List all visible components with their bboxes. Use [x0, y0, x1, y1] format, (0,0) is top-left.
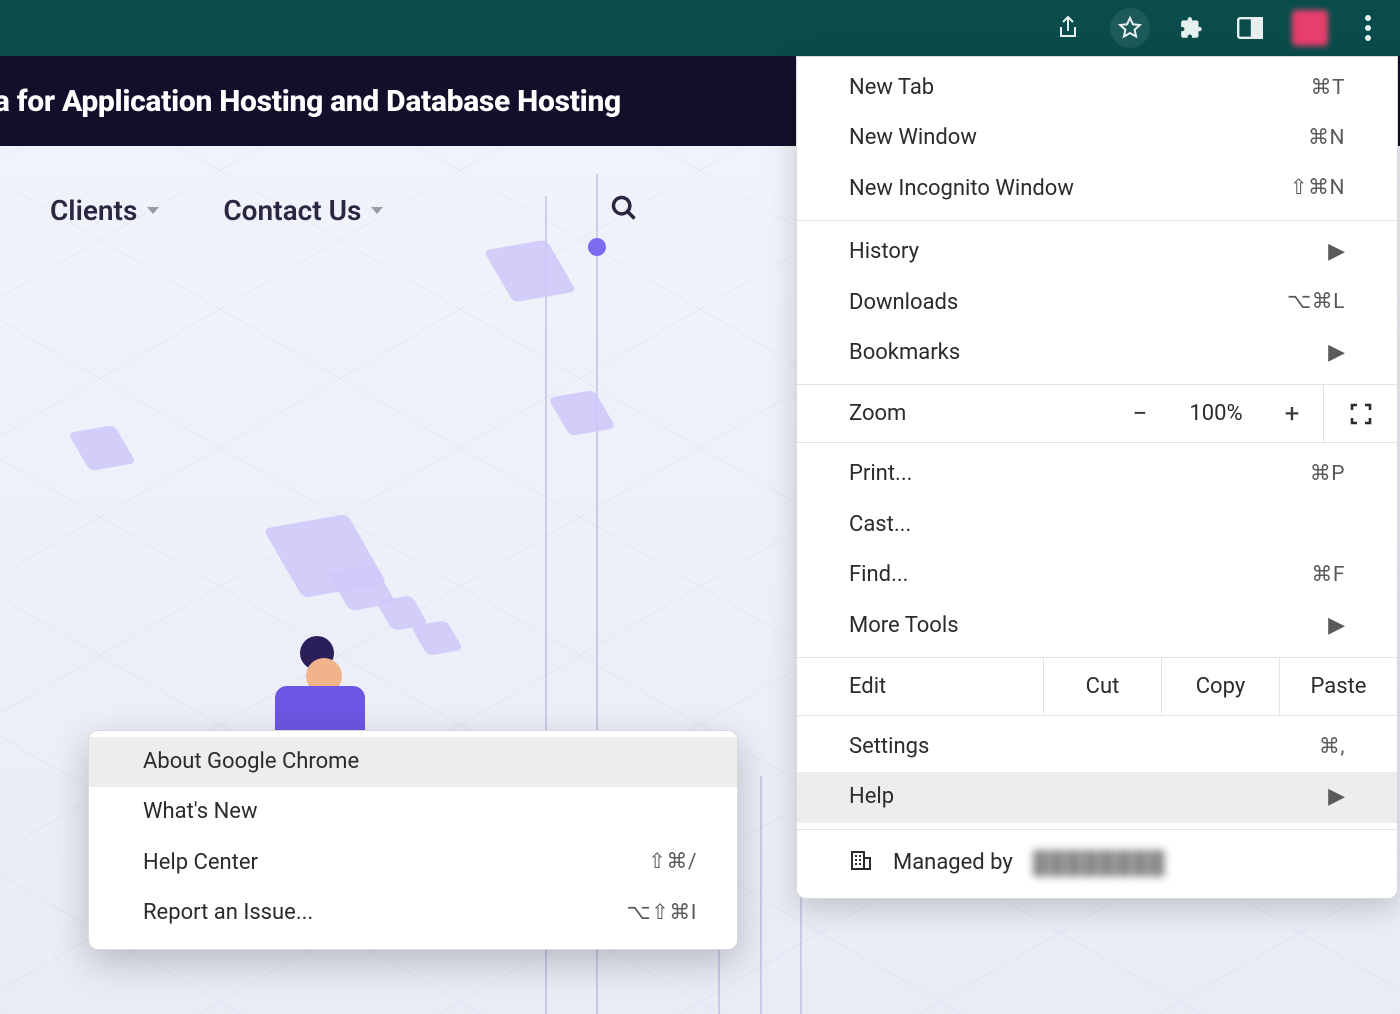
menu-item-managed-by[interactable]: Managed by ████████	[797, 829, 1397, 898]
search-icon[interactable]	[610, 194, 638, 226]
nav-item-contact[interactable]: Contact Us	[223, 194, 383, 227]
menu-item-cast[interactable]: Cast...	[797, 500, 1397, 550]
menu-label: New Tab	[849, 75, 934, 101]
menu-group-4: Settings ⌘, Help ▶	[797, 716, 1397, 829]
help-submenu: About Google Chrome What's New Help Cent…	[88, 730, 738, 950]
menu-label: Settings	[849, 734, 929, 760]
nav-label: Clients	[50, 194, 137, 227]
chevron-right-icon: ▶	[1328, 340, 1345, 366]
banner-text: eta for Application Hosting and Database…	[0, 84, 621, 119]
menu-label: New Incognito Window	[849, 176, 1074, 202]
menu-group-2: History ▶ Downloads ⌥⌘L Bookmarks ▶	[797, 221, 1397, 384]
menu-item-zoom: Zoom − 100% +	[797, 384, 1397, 443]
decor-diamond	[548, 390, 616, 436]
menu-label: Print...	[849, 461, 912, 487]
help-item-help-center[interactable]: Help Center ⇧⌘/	[89, 838, 737, 888]
menu-group-1: New Tab ⌘T New Window ⌘N New Incognito W…	[797, 57, 1397, 220]
menu-shortcut: ⌘P	[1310, 462, 1345, 487]
help-item-about-chrome[interactable]: About Google Chrome	[89, 737, 737, 787]
menu-item-new-tab[interactable]: New Tab ⌘T	[797, 63, 1397, 113]
menu-label: Help Center	[143, 850, 258, 876]
kebab-menu-icon[interactable]	[1354, 8, 1382, 48]
nav-label: Contact Us	[223, 194, 361, 227]
caret-down-icon	[147, 207, 159, 214]
menu-shortcut: ⌘F	[1311, 563, 1345, 588]
help-item-whats-new[interactable]: What's New	[89, 787, 737, 837]
menu-label: Help	[849, 784, 894, 810]
menu-item-settings[interactable]: Settings ⌘,	[797, 722, 1397, 772]
managed-by-org: ████████	[1033, 850, 1166, 876]
zoom-label: Zoom	[797, 385, 1109, 442]
menu-label: About Google Chrome	[143, 749, 359, 775]
menu-label: Bookmarks	[849, 340, 960, 366]
menu-item-edit: Edit Cut Copy Paste	[797, 657, 1397, 716]
menu-label: What's New	[143, 799, 258, 825]
fullscreen-button[interactable]	[1323, 385, 1397, 442]
menu-label: New Window	[849, 125, 977, 151]
menu-shortcut: ⌥⌘L	[1287, 290, 1345, 315]
zoom-out-button[interactable]: −	[1109, 385, 1171, 442]
share-icon[interactable]	[1052, 12, 1084, 44]
menu-item-downloads[interactable]: Downloads ⌥⌘L	[797, 278, 1397, 328]
decor-diamond	[484, 239, 577, 302]
menu-label: Find...	[849, 562, 908, 588]
page-nav: Clients Contact Us	[50, 194, 383, 227]
menu-label: History	[849, 239, 919, 265]
menu-item-more-tools[interactable]: More Tools ▶	[797, 601, 1397, 651]
menu-item-bookmarks[interactable]: Bookmarks ▶	[797, 328, 1397, 378]
menu-shortcut: ⌘N	[1308, 126, 1345, 151]
chrome-menu: New Tab ⌘T New Window ⌘N New Incognito W…	[796, 56, 1398, 899]
zoom-in-button[interactable]: +	[1261, 385, 1323, 442]
decor-line	[760, 776, 762, 1014]
extensions-icon[interactable]	[1176, 12, 1208, 44]
side-panel-icon[interactable]	[1234, 12, 1266, 44]
browser-toolbar	[0, 0, 1400, 56]
decor-diamond	[68, 425, 136, 471]
chevron-right-icon: ▶	[1328, 784, 1345, 810]
edit-cut-button[interactable]: Cut	[1043, 658, 1161, 715]
chevron-right-icon: ▶	[1328, 613, 1345, 639]
chevron-right-icon: ▶	[1328, 239, 1345, 265]
decor-dot	[588, 238, 606, 256]
profile-avatar[interactable]	[1292, 10, 1328, 46]
managed-by-label: Managed by	[893, 850, 1013, 875]
menu-item-new-window[interactable]: New Window ⌘N	[797, 113, 1397, 163]
menu-group-3: Print... ⌘P Cast... Find... ⌘F More Tool…	[797, 443, 1397, 657]
menu-shortcut: ⇧⌘N	[1290, 176, 1345, 201]
menu-item-new-incognito[interactable]: New Incognito Window ⇧⌘N	[797, 164, 1397, 214]
menu-item-history[interactable]: History ▶	[797, 227, 1397, 277]
menu-item-print[interactable]: Print... ⌘P	[797, 449, 1397, 499]
bookmark-star-wrap[interactable]	[1110, 8, 1150, 48]
menu-label: Report an Issue...	[143, 900, 313, 926]
edit-copy-button[interactable]: Copy	[1161, 658, 1279, 715]
edit-paste-button[interactable]: Paste	[1279, 658, 1397, 715]
caret-down-icon	[371, 207, 383, 214]
star-icon	[1114, 12, 1146, 44]
menu-shortcut: ⌘,	[1319, 735, 1345, 760]
decor-diamond	[411, 620, 464, 656]
nav-item-clients[interactable]: Clients	[50, 194, 159, 227]
menu-item-help[interactable]: Help ▶	[797, 772, 1397, 822]
building-icon	[849, 848, 873, 878]
menu-label: Cast...	[849, 512, 911, 538]
menu-shortcut: ⇧⌘/	[648, 850, 697, 875]
menu-label: Downloads	[849, 290, 958, 316]
menu-shortcut: ⌘T	[1310, 76, 1345, 101]
menu-label: More Tools	[849, 613, 959, 639]
help-item-report-issue[interactable]: Report an Issue... ⌥⇧⌘I	[89, 888, 737, 938]
menu-item-find[interactable]: Find... ⌘F	[797, 550, 1397, 600]
zoom-value: 100%	[1171, 385, 1261, 442]
edit-label: Edit	[797, 658, 1043, 715]
menu-shortcut: ⌥⇧⌘I	[626, 901, 697, 926]
